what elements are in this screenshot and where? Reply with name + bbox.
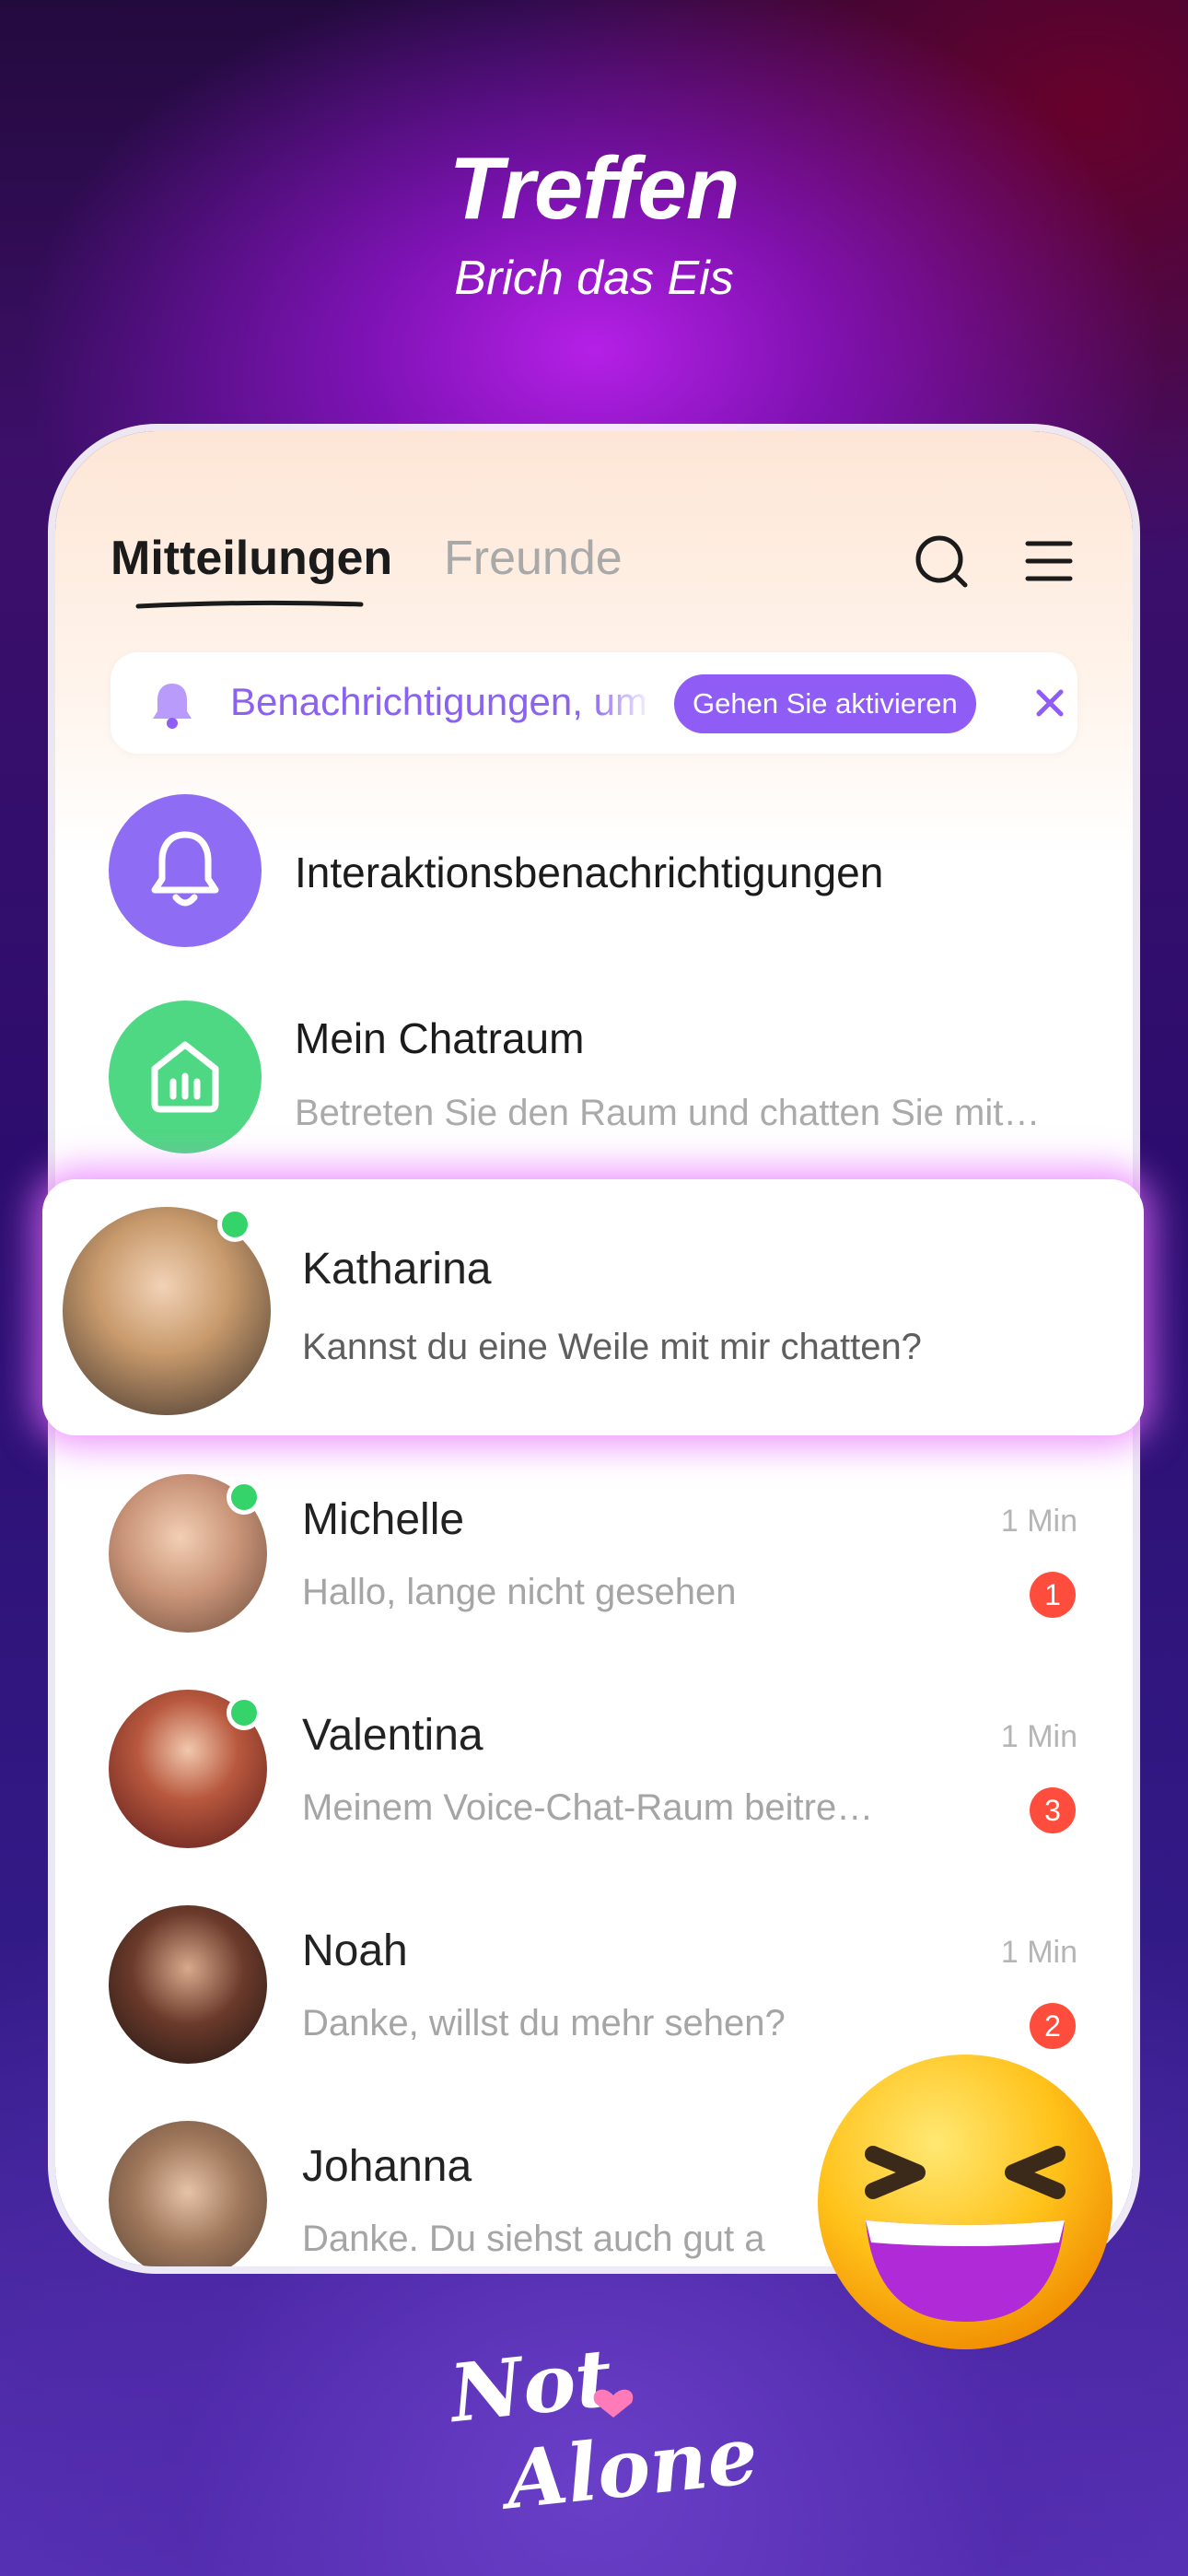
chat-time: 1 Min	[1000, 1504, 1077, 1539]
chatroom-item[interactable]: Mein Chatraum Betreten Sie den Raum und …	[55, 1001, 1133, 1157]
page-subheadline: Brich das Eis	[454, 252, 734, 305]
interactions-title: Interaktionsbenachrichtigungen	[295, 849, 884, 896]
chat-name: Valentina	[302, 1711, 483, 1760]
chat-name: Noah	[302, 1926, 408, 1975]
chatroom-icon	[109, 1001, 262, 1153]
chatroom-title: Mein Chatraum	[295, 1014, 585, 1062]
svg-text:Not: Not	[443, 2331, 616, 2441]
chat-name: Johanna	[302, 2142, 472, 2191]
featured-chat-card[interactable]: Katharina Kannst du eine Weile mit mir c…	[42, 1179, 1144, 1435]
chat-preview: Meinem Voice-Chat-Raum beitre…	[302, 1787, 874, 1828]
banner-text-fade	[589, 671, 654, 735]
chat-preview: Danke, willst du mehr sehen?	[302, 2003, 786, 2043]
banner-text: Benachrichtigungen, um	[230, 680, 645, 723]
active-tab-underline	[135, 600, 364, 609]
avatar	[109, 1905, 267, 2064]
featured-chat-name: Katharina	[302, 1245, 492, 1294]
close-icon[interactable]	[1031, 685, 1068, 721]
page-headline: Treffen	[448, 139, 740, 238]
unread-badge: 1	[1030, 1572, 1076, 1618]
chat-name: Michelle	[302, 1495, 465, 1544]
chat-row-michelle[interactable]: Michelle 1 Min Hallo, lange nicht gesehe…	[55, 1474, 1133, 1658]
laughing-emoji	[809, 2045, 1122, 2359]
online-indicator	[217, 1207, 252, 1242]
chat-time: 1 Min	[1000, 1719, 1077, 1754]
online-indicator	[227, 1695, 262, 1730]
interactions-item[interactable]: Interaktionsbenachrichtigungen	[55, 794, 1133, 951]
chat-preview: Danke. Du siehst auch gut a	[302, 2219, 765, 2259]
chatroom-subtitle: Betreten Sie den Raum und chatten Sie mi…	[295, 1093, 1041, 1133]
tab-mitteilungen[interactable]: Mitteilungen	[111, 531, 392, 586]
avatar	[109, 2121, 267, 2266]
search-icon[interactable]	[910, 529, 974, 593]
unread-badge: 3	[1030, 1787, 1076, 1833]
menu-icon[interactable]	[1019, 529, 1083, 593]
online-indicator	[227, 1480, 262, 1515]
chat-row-valentina[interactable]: Valentina 1 Min Meinem Voice-Chat-Raum b…	[55, 1690, 1133, 1874]
chat-time: 1 Min	[1000, 1935, 1077, 1970]
tab-freunde[interactable]: Freunde	[444, 531, 623, 586]
unread-badge: 2	[1030, 2003, 1076, 2049]
chat-preview: Hallo, lange nicht gesehen	[302, 1572, 737, 1612]
bell-icon	[109, 794, 262, 947]
brand-logo: Not Alone	[433, 2322, 762, 2528]
featured-chat-preview: Kannst du eine Weile mit mir chatten?	[302, 1327, 922, 1367]
notification-banner: Benachrichtigungen, um Gehen Sie aktivie…	[111, 652, 1077, 754]
bell-icon	[146, 678, 199, 732]
enable-notifications-button[interactable]: Gehen Sie aktivieren	[674, 674, 976, 733]
